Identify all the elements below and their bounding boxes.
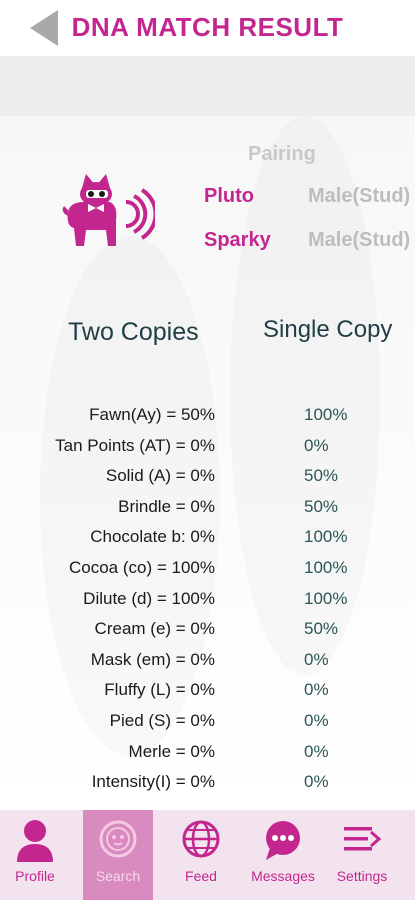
tab-profile[interactable]: Profile — [0, 810, 70, 900]
trait-label: Solid (A) = 0% — [105, 466, 215, 485]
pairing-label: Pairing — [248, 143, 316, 165]
trait-label: Pied (S) = 0% — [109, 711, 215, 730]
person-icon — [17, 820, 53, 862]
trait-label: Tan Points (AT) = 0% — [55, 436, 215, 455]
single-copy-value: 0% — [304, 772, 329, 791]
single-copy-value: 100% — [304, 558, 348, 577]
trait-label: Fluffy (L) = 0% — [104, 680, 215, 699]
single-copy-heading: Single Copy — [263, 316, 393, 343]
two-copies-heading: Two Copies — [68, 318, 199, 346]
single-copy-value: 0% — [304, 436, 329, 455]
tab-search-label: Search — [95, 868, 141, 884]
tab-search[interactable]: Search — [83, 810, 153, 900]
dog-signal-icon — [62, 174, 155, 246]
single-copy-value: 50% — [304, 497, 339, 516]
single-copy-value: 0% — [304, 650, 329, 669]
tab-profile-label: Profile — [15, 868, 55, 884]
single-copy-value: 0% — [304, 711, 329, 730]
dog-name-1[interactable]: Pluto — [204, 185, 254, 208]
chat-icon — [266, 821, 300, 860]
tab-feed[interactable]: Feed — [166, 810, 236, 900]
menu-arrow-icon — [344, 827, 382, 851]
globe-icon — [182, 820, 220, 858]
trait-label: Intensity(I) = 0% — [91, 772, 215, 791]
single-copy-value: 100% — [304, 589, 348, 608]
trait-label: Chocolate b: 0% — [90, 527, 215, 546]
header-bar: DNA MATCH RESULT — [0, 0, 415, 56]
trait-label: Cocoa (co) = 100% — [69, 558, 215, 577]
dog-name-2[interactable]: Sparky — [204, 229, 271, 252]
dog-sex-1: Male(Stud) — [308, 185, 411, 207]
single-copy-value: 50% — [304, 466, 339, 485]
page-title: DNA MATCH RESULT — [71, 12, 344, 42]
tab-settings[interactable]: Settings — [327, 810, 397, 900]
tab-messages-label: Messages — [251, 868, 315, 884]
single-copy-value: 0% — [304, 680, 329, 699]
tab-feed-label: Feed — [185, 868, 217, 884]
trait-label: Cream (e) = 0% — [94, 619, 215, 638]
single-copy-value: 50% — [304, 619, 339, 638]
tab-messages[interactable]: Messages — [248, 810, 318, 900]
bottom-tab-bar: Profile Search Feed Messages Settings — [0, 810, 415, 900]
trait-label: Fawn(Ay) = 50% — [89, 405, 215, 424]
trait-label: Dilute (d) = 100% — [83, 589, 215, 608]
single-copy-value: 100% — [304, 405, 348, 424]
header-divider-band — [0, 56, 415, 116]
trait-label: Mask (em) = 0% — [90, 650, 215, 669]
tab-settings-label: Settings — [336, 868, 388, 884]
single-copy-value: 0% — [304, 742, 329, 761]
dog-sex-2: Male(Stud) — [308, 229, 411, 251]
single-copy-value: 100% — [304, 527, 348, 546]
trait-label: Merle = 0% — [128, 742, 215, 761]
trait-label: Brindle = 0% — [118, 497, 215, 516]
search-dog-icon — [99, 820, 137, 858]
